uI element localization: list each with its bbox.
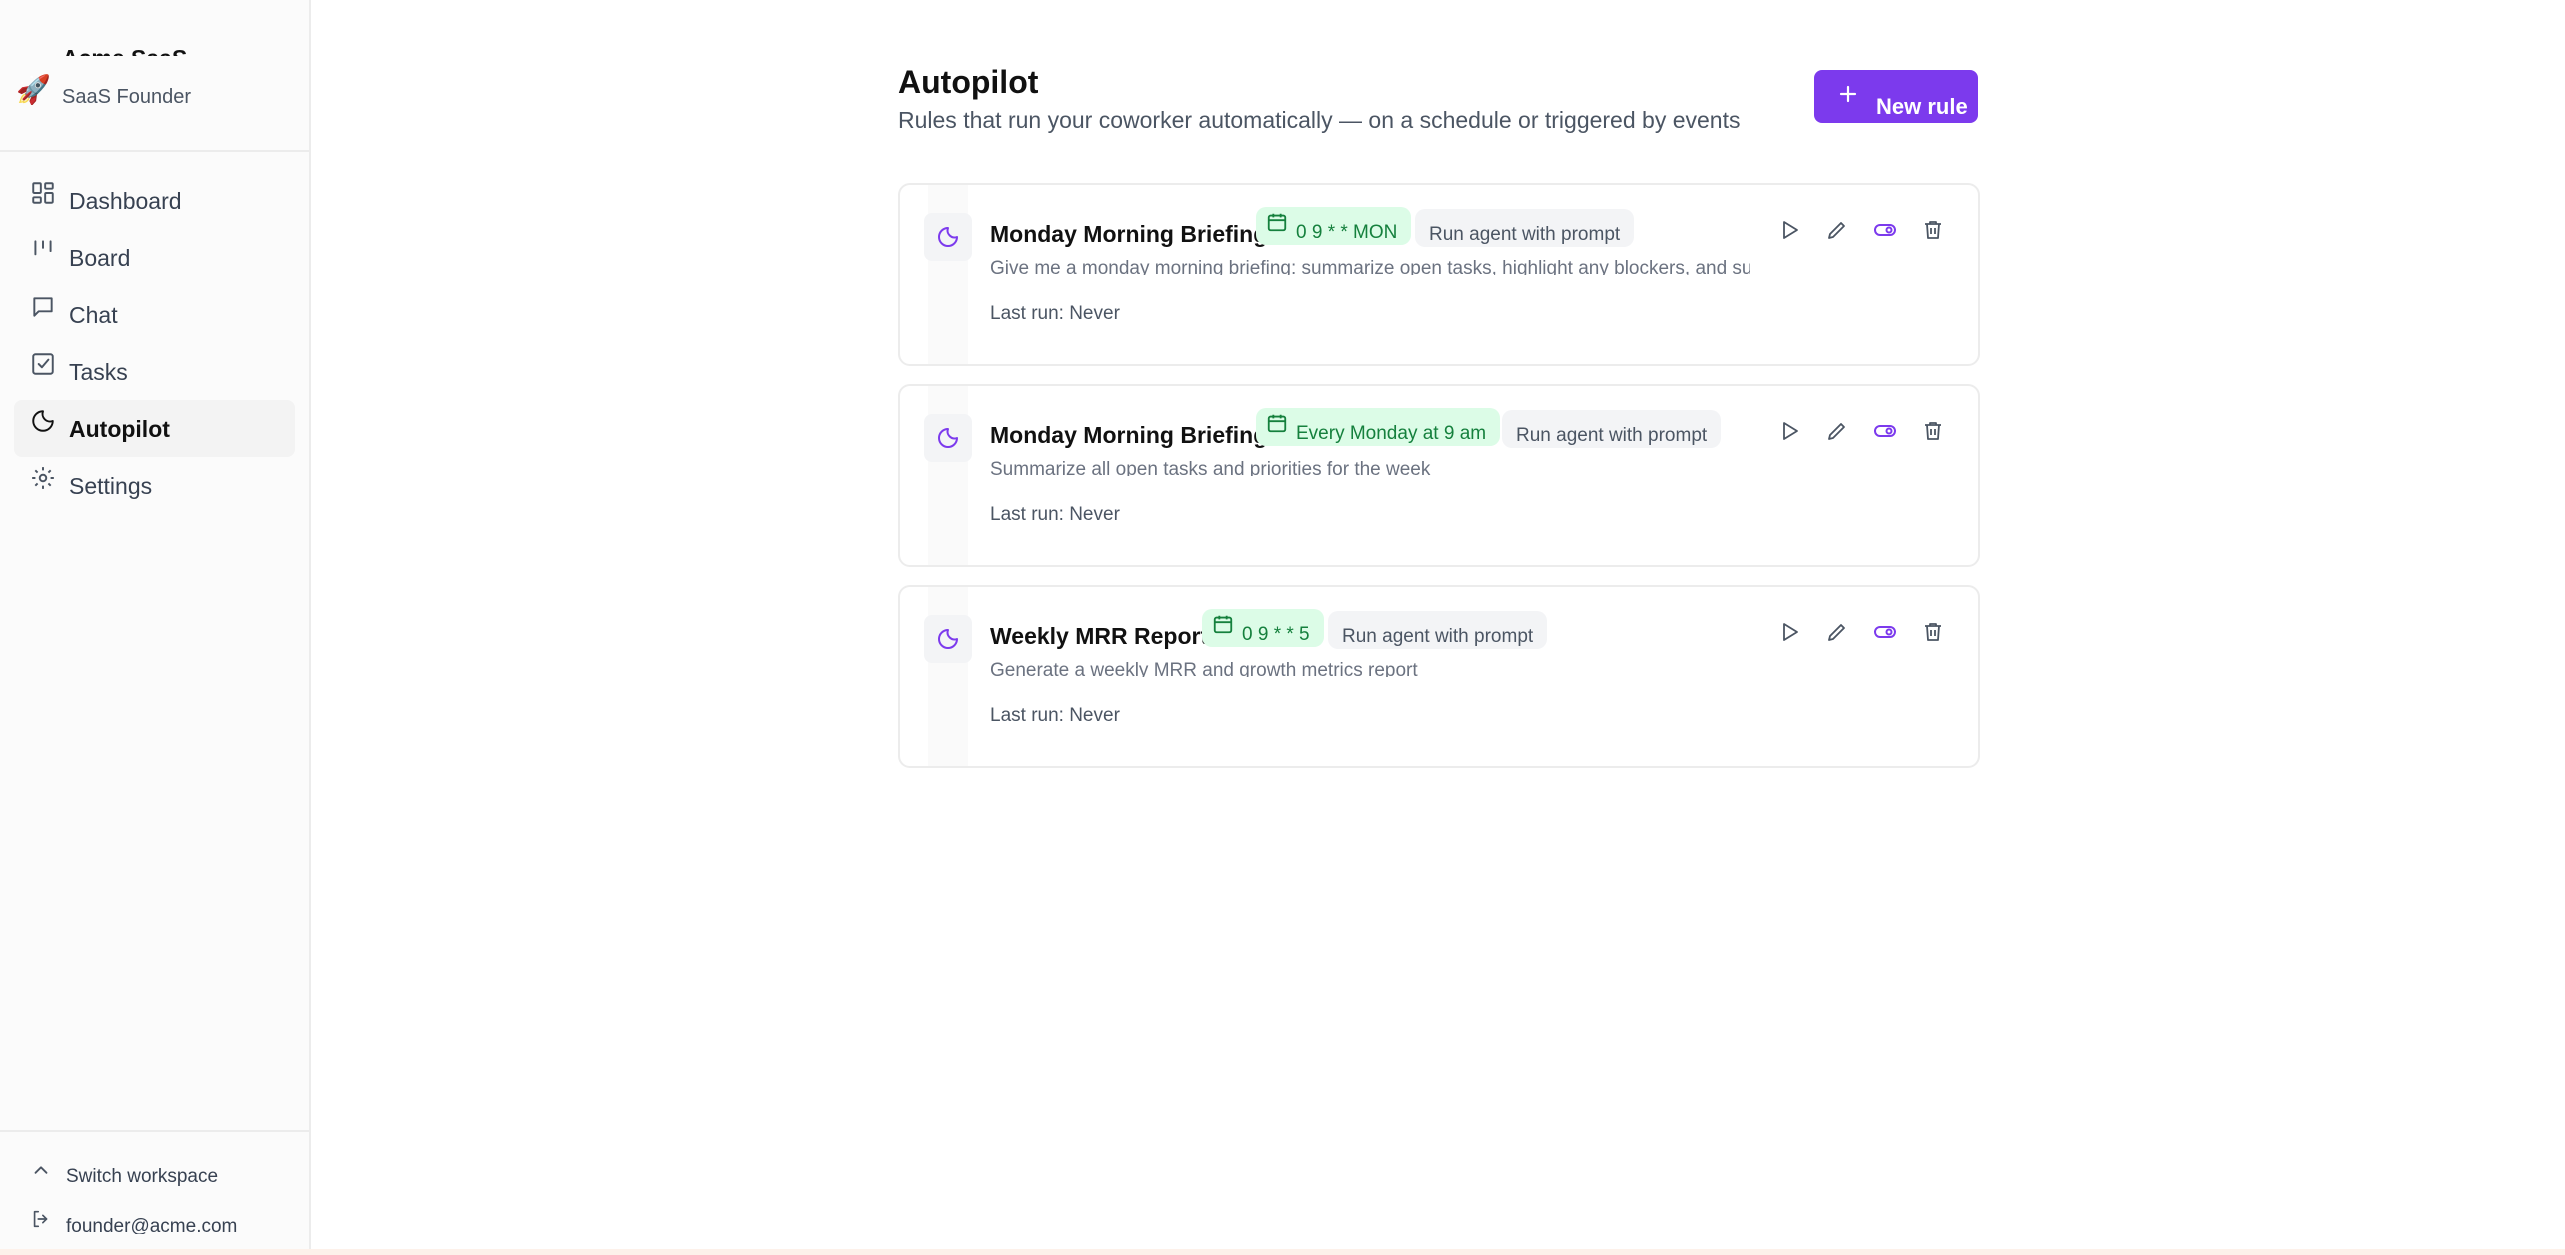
new-rule-button[interactable]: New rule xyxy=(1814,70,1978,123)
play-icon xyxy=(1783,221,1798,239)
delete-button[interactable] xyxy=(1918,617,1948,647)
chat-icon xyxy=(33,297,53,317)
last-run: Last run: Never xyxy=(990,303,1120,324)
sidebar-item-label: Dashboard xyxy=(69,188,182,214)
user-email: founder@acme.com xyxy=(66,1216,238,1234)
sidebar-item-label: Chat xyxy=(69,302,118,328)
page-subtitle: Rules that run your coworker automatical… xyxy=(898,107,1741,133)
action-badge: Run agent with prompt xyxy=(1415,209,1635,247)
sidebar: Acme SaaS 🚀 SaaS Founder Dashboard Board… xyxy=(0,0,311,1249)
pencil-icon xyxy=(1828,423,1845,440)
sidebar-item-label: Tasks xyxy=(69,359,128,385)
run-button[interactable] xyxy=(1774,617,1804,647)
sidebar-divider xyxy=(0,150,309,152)
workspace-name: Acme SaaS xyxy=(62,36,262,56)
trash-icon xyxy=(1925,422,1941,440)
delete-button[interactable] xyxy=(1918,416,1948,446)
rocket-icon: 🚀 xyxy=(16,74,51,105)
sidebar-nav: Dashboard Board Chat Tasks Autopilot Set… xyxy=(0,172,309,514)
switch-workspace-label: Switch workspace xyxy=(66,1166,219,1187)
rule-description: Give me a monday morning briefing: summa… xyxy=(990,259,1750,275)
schedule-text: 0 9 * * MON xyxy=(1296,222,1398,243)
action-badge: Run agent with prompt xyxy=(1502,410,1722,448)
schedule-badge: 0 9 * * 5 xyxy=(1202,609,1324,647)
trash-icon xyxy=(1925,221,1941,239)
trash-icon xyxy=(1925,623,1941,641)
pencil-icon xyxy=(1828,624,1845,641)
calendar-icon xyxy=(1267,213,1287,232)
sidebar-item-board[interactable]: Board xyxy=(14,229,295,286)
play-icon xyxy=(1783,422,1798,440)
sidebar-item-label: Autopilot xyxy=(69,416,170,442)
toggle-on-icon xyxy=(1874,626,1896,638)
run-button[interactable] xyxy=(1774,416,1804,446)
moon-icon xyxy=(924,213,972,261)
edit-button[interactable] xyxy=(1822,617,1852,647)
rule-description: Summarize all open tasks and priorities … xyxy=(990,460,1431,476)
sidebar-item-label: Settings xyxy=(69,473,153,499)
tasks-icon xyxy=(32,353,54,375)
toggle-button[interactable] xyxy=(1870,416,1900,446)
logout-icon xyxy=(33,1210,48,1228)
sidebar-item-autopilot[interactable]: Autopilot xyxy=(14,400,295,457)
rule-card: Weekly MRR Report 0 9 * * 5 Run agent wi… xyxy=(898,585,1980,768)
new-rule-label: New rule xyxy=(1876,94,1968,119)
toggle-button[interactable] xyxy=(1870,617,1900,647)
page-title: Autopilot xyxy=(898,64,1039,100)
rule-name: Monday Morning Briefing xyxy=(990,221,1268,247)
rule-actions xyxy=(1774,215,1964,245)
edit-button[interactable] xyxy=(1822,215,1852,245)
delete-button[interactable] xyxy=(1918,215,1948,245)
switch-workspace-button[interactable]: Switch workspace xyxy=(30,1160,290,1190)
board-icon xyxy=(34,240,52,256)
run-button[interactable] xyxy=(1774,215,1804,245)
calendar-icon xyxy=(1267,414,1287,433)
rule-card: Monday Morning Briefing 0 9 * * MON Run … xyxy=(898,183,1980,366)
calendar-icon xyxy=(1213,615,1233,634)
sidebar-item-settings[interactable]: Settings xyxy=(14,457,295,514)
plus-icon xyxy=(1839,85,1857,103)
rule-description: Generate a weekly MRR and growth metrics… xyxy=(990,661,1418,677)
moon-icon xyxy=(32,410,54,432)
last-run: Last run: Never xyxy=(990,705,1120,726)
rule-card: Monday Morning Briefing Every Monday at … xyxy=(898,384,1980,567)
schedule-badge: 0 9 * * MON xyxy=(1256,207,1412,245)
schedule-text: 0 9 * * 5 xyxy=(1242,624,1310,645)
rule-actions xyxy=(1774,416,1964,446)
dashboard-icon xyxy=(32,182,54,204)
logout-button[interactable]: founder@acme.com xyxy=(30,1208,290,1234)
schedule-badge: Every Monday at 9 am xyxy=(1256,408,1501,446)
sidebar-item-dashboard[interactable]: Dashboard xyxy=(14,172,295,229)
toggle-on-icon xyxy=(1874,224,1896,236)
workspace-subtitle: SaaS Founder xyxy=(62,86,191,108)
edit-button[interactable] xyxy=(1822,416,1852,446)
pencil-icon xyxy=(1828,222,1845,239)
moon-icon xyxy=(924,615,972,663)
sidebar-item-chat[interactable]: Chat xyxy=(14,286,295,343)
last-run: Last run: Never xyxy=(990,504,1120,525)
toggle-on-icon xyxy=(1874,425,1896,437)
chevron-up-icon xyxy=(34,1166,48,1174)
play-icon xyxy=(1783,623,1798,641)
sidebar-item-label: Board xyxy=(69,245,131,271)
rule-actions xyxy=(1774,617,1964,647)
rule-name: Weekly MRR Report xyxy=(990,623,1209,649)
schedule-text: Every Monday at 9 am xyxy=(1296,423,1487,444)
sidebar-item-tasks[interactable]: Tasks xyxy=(14,343,295,400)
rule-name: Monday Morning Briefing xyxy=(990,422,1268,448)
gear-icon xyxy=(32,467,54,489)
sidebar-footer-divider xyxy=(0,1130,309,1132)
action-badge: Run agent with prompt xyxy=(1328,611,1548,649)
moon-icon xyxy=(924,414,972,462)
bottom-strip xyxy=(0,1249,2565,1255)
toggle-button[interactable] xyxy=(1870,215,1900,245)
